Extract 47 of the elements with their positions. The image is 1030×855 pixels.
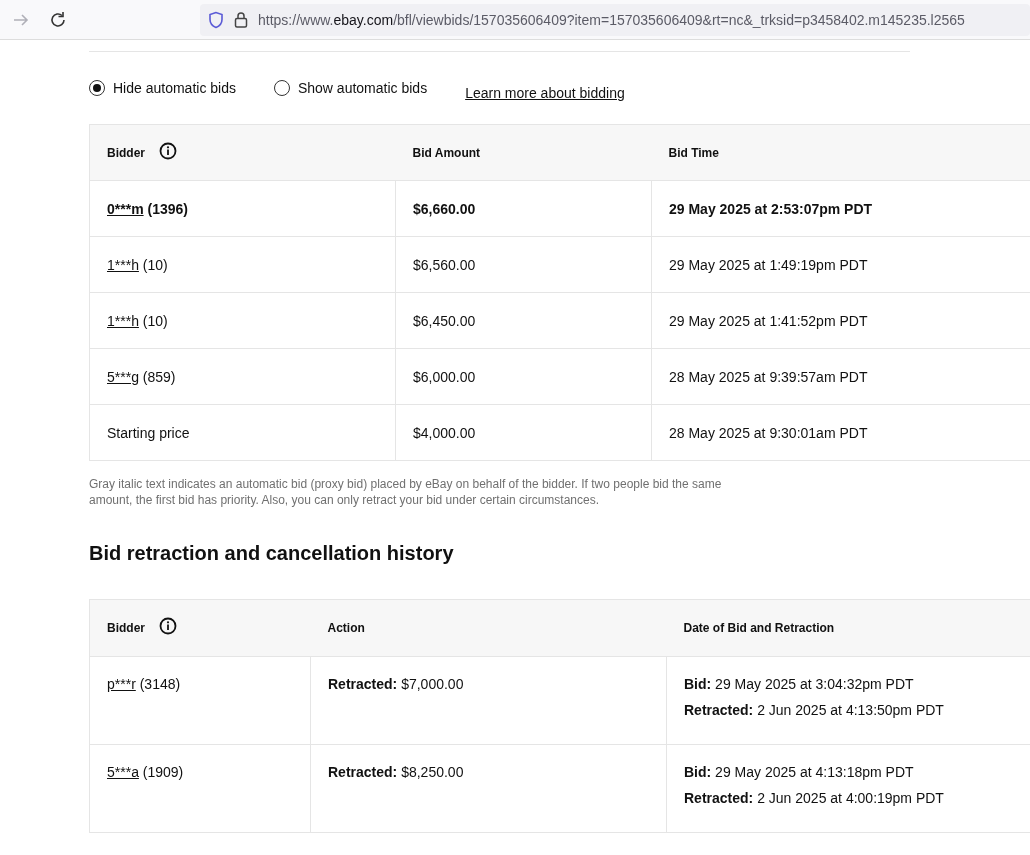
bid-amount: $4,000.00 [413, 424, 476, 441]
retraction-action: Retracted: $8,250.00 [328, 764, 464, 780]
bid-amount: $6,660.00 [413, 200, 476, 217]
date-line: Retracted: 2 Jun 2025 at 4:00:19pm PDT [684, 790, 945, 806]
retraction-action: Retracted: $7,000.00 [328, 676, 464, 692]
bidder-name[interactable]: 5***a [107, 764, 139, 780]
feedback-score: (10) [142, 256, 168, 273]
bidder-name[interactable]: 1***h [107, 312, 139, 329]
bidder-name[interactable]: 1***h [107, 256, 139, 273]
info-icon[interactable] [159, 141, 177, 160]
column-header: Bid Time [668, 145, 719, 160]
bid-amount: $6,560.00 [413, 256, 476, 273]
bidder-name[interactable]: p***r [107, 676, 136, 692]
bid-time: 29 May 2025 at 2:53:07pm PDT [669, 200, 873, 217]
section-title: Bid retraction and cancellation history [89, 542, 455, 565]
bid-filter-radio[interactable]: Show automatic bids [273, 80, 428, 96]
feedback-score: (859) [142, 368, 176, 385]
bid-time: 28 May 2025 at 9:39:57am PDT [669, 368, 868, 385]
feedback-score: (3148) [139, 676, 181, 692]
column-header: Bidder [107, 621, 145, 635]
shield-icon[interactable] [208, 10, 224, 29]
bid-time: 29 May 2025 at 1:41:52pm PDT [669, 312, 868, 329]
bidder-name[interactable]: 5***g [107, 368, 139, 385]
bid-time: 28 May 2025 at 9:30:01am PDT [669, 424, 868, 441]
learn-more-link[interactable]: Learn more about bidding [465, 85, 625, 101]
proxy-bid-note: Gray italic text indicates an automatic bid (proxy bid) placed by eBay on behalf of the bidder. If two people bid the same amount, the first bid has priority. Also, you can only retract your bid under certain circumstances. [89, 476, 723, 508]
date-line: Retracted: 2 Jun 2025 at 4:13:50pm PDT [684, 702, 945, 718]
lock-icon[interactable] [234, 11, 248, 28]
bidder-name[interactable]: 0***m [107, 200, 144, 217]
column-header: Action [327, 621, 365, 635]
url-text: https://www.ebay.com/bfl/viewbids/157035606409?item=157035606409&rt=nc&_trksid=p3458402.m145235.l2565 [258, 11, 965, 28]
feedback-score: (1396) [147, 200, 188, 217]
date-line: Bid: 29 May 2025 at 4:13:18pm PDT [684, 764, 915, 780]
info-icon[interactable] [159, 617, 177, 635]
bid-time: 29 May 2025 at 1:49:19pm PDT [669, 256, 868, 273]
feedback-score: (1909) [142, 764, 184, 780]
column-header: Bidder [107, 145, 145, 160]
bid-filter-radio[interactable]: Hide automatic bids [89, 80, 236, 96]
reload-icon[interactable] [48, 9, 68, 30]
date-line: Bid: 29 May 2025 at 3:04:32pm PDT [684, 676, 915, 692]
column-header: Bid Amount [412, 145, 481, 160]
feedback-score: (10) [142, 312, 168, 329]
starting-price-label: Starting price [107, 424, 190, 441]
column-header: Date of Bid and Retraction [683, 621, 835, 635]
bid-amount: $6,450.00 [413, 312, 476, 329]
address-bar[interactable]: https://www.ebay.com/bfl/viewbids/157035606409?item=157035606409&rt=nc&_trksid=p3458402.m145235.l2565 [200, 3, 1030, 36]
bid-amount: $6,000.00 [413, 368, 476, 385]
